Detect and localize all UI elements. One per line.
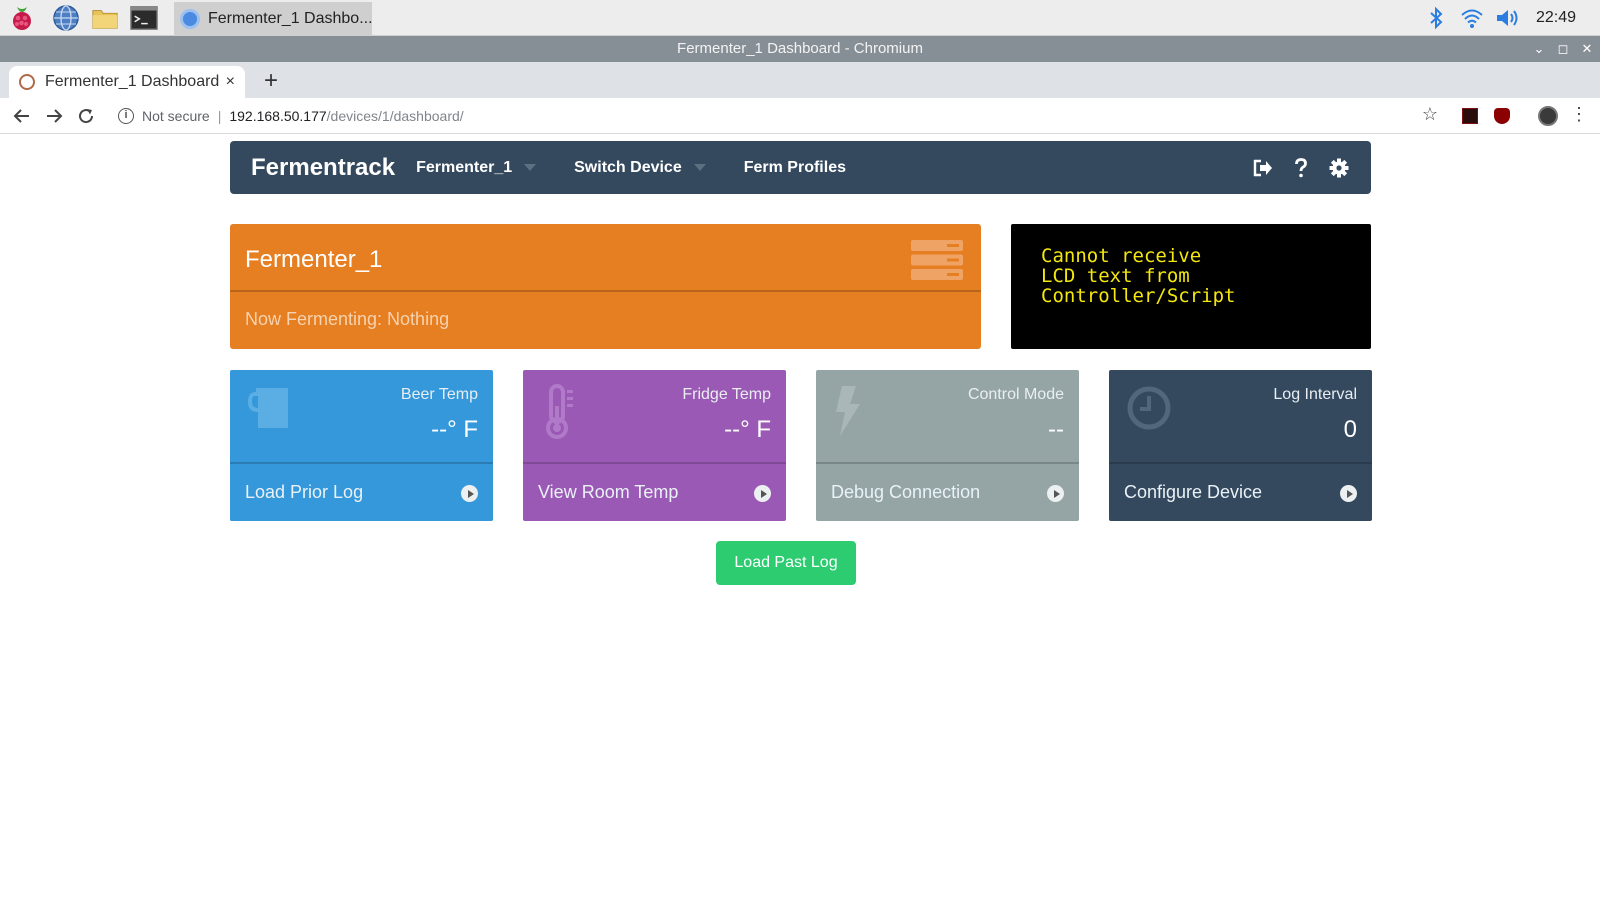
device-dropdown-label: Fermenter_1	[416, 158, 513, 176]
stat-value: --° F	[431, 416, 478, 443]
fridge-temp-card: Fridge Temp --° F View Room Temp	[523, 370, 786, 521]
url-path: /devices/1/dashboard/	[326, 108, 464, 124]
app-navbar: Fermentrack Fermenter_1 Switch Device Fe…	[230, 141, 1371, 194]
debug-connection-link[interactable]: Debug Connection	[816, 462, 1079, 521]
browser-toolbar: i Not secure | 192.168.50.177 /devices/1…	[0, 98, 1600, 134]
stat-label: Fridge Temp	[682, 386, 771, 403]
tab-close-icon[interactable]: ×	[226, 73, 235, 91]
stat-value: --	[1048, 416, 1064, 443]
lcd-line: Controller/Script	[1041, 285, 1236, 307]
arrow-circle-right-icon	[1047, 485, 1064, 502]
stat-label: Beer Temp	[400, 386, 478, 403]
clock[interactable]: 22:49	[1536, 9, 1576, 27]
volume-icon[interactable]	[1490, 0, 1526, 36]
profile-avatar[interactable]	[1538, 106, 1558, 126]
window-title: Fermenter_1 Dashboard - Chromium	[677, 40, 923, 57]
url-host: 192.168.50.177	[229, 108, 327, 124]
lcd-display: Cannot receive LCD text from Controller/…	[1011, 224, 1371, 349]
log-interval-card: Log Interval 0 Configure Device	[1109, 370, 1372, 521]
chromium-icon	[180, 8, 200, 29]
stat-value: 0	[1343, 416, 1357, 443]
stat-action-label: Load Prior Log	[245, 482, 364, 502]
browser-menu-icon[interactable]: ⋮	[1570, 104, 1588, 125]
wifi-icon[interactable]	[1454, 0, 1490, 36]
web-browser-launcher-icon[interactable]	[52, 4, 80, 32]
help-icon[interactable]	[1291, 157, 1311, 178]
beer-temp-card: Beer Temp --° F Load Prior Log	[230, 370, 493, 521]
caret-down-icon	[524, 164, 537, 171]
taskbar-task-label: Fermenter_1 Dashbo...	[208, 9, 372, 27]
switch-device-label: Switch Device	[574, 158, 682, 176]
back-arrow-icon[interactable]	[10, 104, 34, 128]
os-taskbar: Fermenter_1 Dashbo... 22:49	[0, 0, 1600, 36]
arrow-circle-right-icon	[1340, 485, 1357, 502]
window-titlebar: Fermenter_1 Dashboard - Chromium ⌄ ◻ ✕	[0, 36, 1600, 62]
logout-icon[interactable]	[1253, 158, 1273, 178]
lcd-line: LCD text from	[1041, 265, 1190, 287]
beer-mug-icon	[246, 384, 296, 435]
terminal-icon[interactable]	[130, 4, 158, 32]
device-dropdown[interactable]: Fermenter_1	[416, 158, 537, 177]
site-info-icon[interactable]: i	[118, 108, 134, 124]
tab-strip: Fermenter_1 Dashboard × +	[0, 62, 1600, 98]
address-bar[interactable]: i Not secure | 192.168.50.177 /devices/1…	[108, 102, 1442, 130]
stat-action-label: Configure Device	[1124, 482, 1263, 502]
stat-label: Control Mode	[967, 386, 1064, 403]
device-name: Fermenter_1	[245, 246, 383, 273]
thermometer-icon	[539, 384, 579, 445]
not-secure-label: Not secure	[142, 108, 210, 124]
file-manager-icon[interactable]	[91, 4, 119, 32]
minimize-icon[interactable]: ⌄	[1532, 36, 1546, 62]
stat-label: Log Interval	[1273, 386, 1357, 403]
configure-device-link[interactable]: Configure Device	[1109, 462, 1372, 521]
device-panel: Fermenter_1 Now Fermenting: Nothing	[230, 224, 981, 349]
new-tab-button[interactable]: +	[257, 68, 285, 96]
stat-value: --° F	[724, 416, 771, 443]
settings-gear-icon[interactable]	[1329, 158, 1349, 178]
arrow-circle-right-icon	[461, 485, 478, 502]
server-icon	[911, 240, 963, 285]
load-prior-log-link[interactable]: Load Prior Log	[230, 462, 493, 521]
fermenting-status: Now Fermenting: Nothing	[245, 309, 450, 329]
reload-icon[interactable]	[74, 104, 98, 128]
browser-tab[interactable]: Fermenter_1 Dashboard ×	[9, 66, 245, 98]
lcd-line: Cannot receive	[1041, 245, 1202, 267]
bookmark-star-icon[interactable]: ☆	[1422, 104, 1438, 125]
ferm-profiles-link[interactable]: Ferm Profiles	[744, 159, 846, 177]
tab-title: Fermenter_1 Dashboard	[45, 73, 220, 90]
lightning-icon	[832, 384, 864, 443]
brand-link[interactable]: Fermentrack	[251, 154, 395, 182]
caret-down-icon	[693, 164, 706, 171]
arrow-circle-right-icon	[754, 485, 771, 502]
switch-device-dropdown[interactable]: Switch Device	[574, 159, 706, 177]
forward-arrow-icon[interactable]	[42, 104, 66, 128]
raspberry-menu-icon[interactable]	[8, 4, 36, 32]
control-mode-card: Control Mode -- Debug Connection	[816, 370, 1079, 521]
ublock-icon[interactable]	[1494, 108, 1510, 124]
omnibox-separator: |	[217, 108, 222, 124]
stat-action-label: View Room Temp	[538, 482, 679, 502]
page-content: Fermentrack Fermenter_1 Switch Device Fe…	[0, 135, 1600, 900]
close-window-icon[interactable]: ✕	[1580, 36, 1594, 62]
clock-icon	[1125, 384, 1173, 437]
favicon-icon	[19, 74, 35, 90]
taskbar-chromium-task[interactable]: Fermenter_1 Dashbo...	[174, 2, 372, 35]
bluetooth-icon[interactable]	[1418, 0, 1454, 36]
maximize-icon[interactable]: ◻	[1556, 36, 1570, 62]
extension-icon[interactable]	[1462, 108, 1478, 124]
stat-action-label: Debug Connection	[831, 482, 981, 502]
view-room-temp-link[interactable]: View Room Temp	[523, 462, 786, 521]
load-past-log-button[interactable]: Load Past Log	[716, 541, 856, 585]
